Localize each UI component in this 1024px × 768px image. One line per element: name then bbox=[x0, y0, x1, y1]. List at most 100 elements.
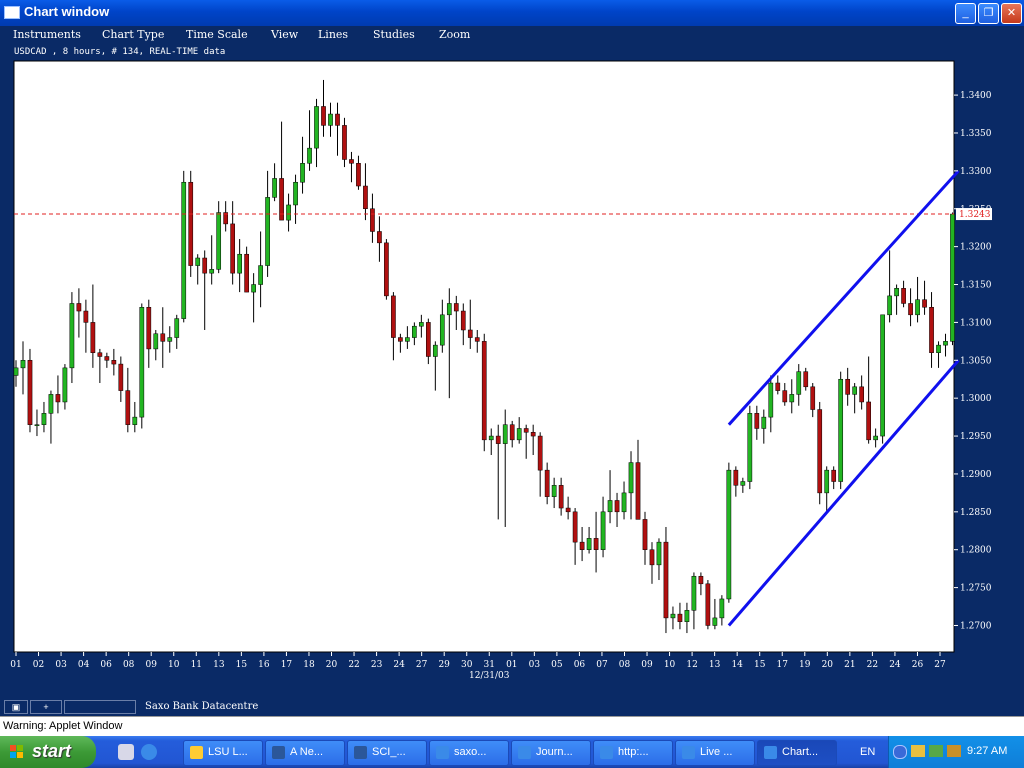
menu-lines[interactable]: Lines bbox=[318, 28, 348, 41]
taskbar-button-label: saxo... bbox=[454, 746, 487, 758]
candle-body bbox=[27, 360, 33, 425]
maximize-button[interactable]: ❐ bbox=[978, 3, 999, 24]
x-tick-label: 09 bbox=[641, 660, 653, 670]
taskbar-app-icon bbox=[354, 746, 367, 759]
candle-body bbox=[838, 378, 844, 482]
taskbar-button[interactable]: Live ... bbox=[675, 740, 755, 766]
x-tick-label: 01 bbox=[10, 660, 21, 670]
status-field bbox=[64, 700, 136, 714]
taskbar-button[interactable]: LSU L... bbox=[183, 740, 263, 766]
candle-body bbox=[13, 367, 19, 376]
taskbar-button[interactable]: http:... bbox=[593, 740, 673, 766]
y-tick-label: 1.3200 bbox=[960, 243, 992, 253]
tray-tools-icon[interactable] bbox=[947, 745, 961, 757]
candle-body bbox=[384, 242, 389, 297]
candle-body bbox=[314, 106, 319, 149]
candle-body bbox=[558, 485, 564, 509]
candle-body bbox=[349, 159, 354, 164]
candle-body bbox=[69, 303, 75, 369]
candle-body bbox=[118, 363, 124, 391]
x-tick-label: 16 bbox=[258, 660, 270, 670]
x-tick-label: 03 bbox=[55, 660, 67, 670]
candle-body bbox=[852, 386, 858, 395]
quicklaunch-desktop-icon[interactable] bbox=[118, 744, 134, 760]
candle-body bbox=[901, 288, 906, 304]
candle-body bbox=[873, 435, 878, 441]
status-button-1[interactable]: ▣ bbox=[4, 700, 28, 714]
y-tick-label: 1.2900 bbox=[960, 470, 992, 480]
candle-body bbox=[523, 428, 529, 433]
start-button[interactable]: start bbox=[0, 736, 96, 768]
candle-body bbox=[230, 223, 236, 274]
tray-network-icon[interactable] bbox=[911, 745, 925, 757]
taskbar-button[interactable]: SCI_... bbox=[347, 740, 427, 766]
x-tick-label: 10 bbox=[664, 660, 676, 670]
taskbar-app-icon bbox=[764, 746, 777, 759]
x-tick-label: 24 bbox=[393, 660, 405, 670]
x-tick-label: 31 bbox=[484, 660, 495, 670]
candle-body bbox=[670, 613, 676, 619]
x-tick-label: 06 bbox=[574, 660, 586, 670]
candle-body bbox=[391, 295, 396, 338]
language-indicator[interactable]: EN bbox=[860, 746, 875, 758]
candle-body bbox=[943, 341, 948, 346]
candle-body bbox=[859, 386, 864, 403]
candle-body bbox=[656, 541, 662, 566]
x-tick-label: 08 bbox=[619, 660, 631, 670]
menu-view[interactable]: View bbox=[271, 28, 298, 41]
applet-warning-text: Warning: Applet Window bbox=[3, 720, 123, 732]
taskbar-button-label: A Ne... bbox=[290, 746, 324, 758]
taskbar-button[interactable]: A Ne... bbox=[265, 740, 345, 766]
candle-body bbox=[663, 541, 669, 619]
x-tick-label: 01 bbox=[506, 660, 517, 670]
start-label: start bbox=[32, 741, 72, 761]
chart-status-bar: ▣ + Saxo Bank Datacentre bbox=[0, 697, 1024, 716]
candle-body bbox=[593, 538, 599, 550]
candle-body bbox=[586, 538, 592, 550]
taskbar-button[interactable]: saxo... bbox=[429, 740, 509, 766]
candle-body bbox=[544, 469, 550, 497]
status-button-2[interactable]: + bbox=[30, 700, 62, 714]
taskbar-app-icon bbox=[436, 746, 449, 759]
candle-body bbox=[810, 386, 816, 410]
candle-body bbox=[293, 181, 298, 206]
x-tick-label: 18 bbox=[303, 660, 315, 670]
candle-body bbox=[572, 511, 578, 543]
candle-body bbox=[104, 356, 110, 361]
menu-studies[interactable]: Studies bbox=[373, 28, 415, 41]
candle-body bbox=[174, 318, 180, 338]
quicklaunch-ie-icon[interactable] bbox=[141, 744, 157, 760]
taskbar-button[interactable]: Journ... bbox=[511, 740, 591, 766]
candle-body bbox=[691, 575, 697, 611]
candle-body bbox=[607, 500, 613, 513]
tray-chevron-icon[interactable] bbox=[893, 745, 907, 759]
taskbar-button-label: LSU L... bbox=[208, 746, 248, 758]
candle-body bbox=[600, 511, 606, 550]
candle-body bbox=[153, 333, 159, 350]
candle-body bbox=[866, 401, 871, 441]
candle-body bbox=[405, 337, 410, 342]
menu-instruments[interactable]: Instruments bbox=[13, 28, 81, 41]
minimize-button[interactable]: _ bbox=[955, 3, 976, 24]
candle-body bbox=[719, 598, 725, 619]
menu-zoom[interactable]: Zoom bbox=[439, 28, 470, 41]
menu-chart-type[interactable]: Chart Type bbox=[102, 28, 164, 41]
candle-body bbox=[286, 204, 291, 221]
tray-users-icon[interactable] bbox=[929, 745, 943, 757]
menu-time-scale[interactable]: Time Scale bbox=[186, 28, 248, 41]
candle-body bbox=[705, 583, 711, 626]
candle-body bbox=[628, 462, 634, 494]
y-tick-label: 1.2850 bbox=[960, 508, 992, 518]
taskbar-button[interactable]: Chart... bbox=[757, 740, 837, 766]
candle-body bbox=[579, 541, 585, 550]
candle-body bbox=[251, 284, 256, 293]
candle-body bbox=[34, 424, 40, 426]
x-tick-label: 03 bbox=[529, 660, 541, 670]
x-tick-label: 17 bbox=[777, 660, 789, 670]
candlestick-chart[interactable]: 1.34001.33501.33001.32501.32001.31501.31… bbox=[0, 44, 1024, 697]
candle-body bbox=[950, 213, 955, 342]
candle-body bbox=[363, 185, 368, 209]
taskbar-app-icon bbox=[190, 746, 203, 759]
candle-body bbox=[936, 344, 941, 353]
close-button[interactable]: ✕ bbox=[1001, 3, 1022, 24]
